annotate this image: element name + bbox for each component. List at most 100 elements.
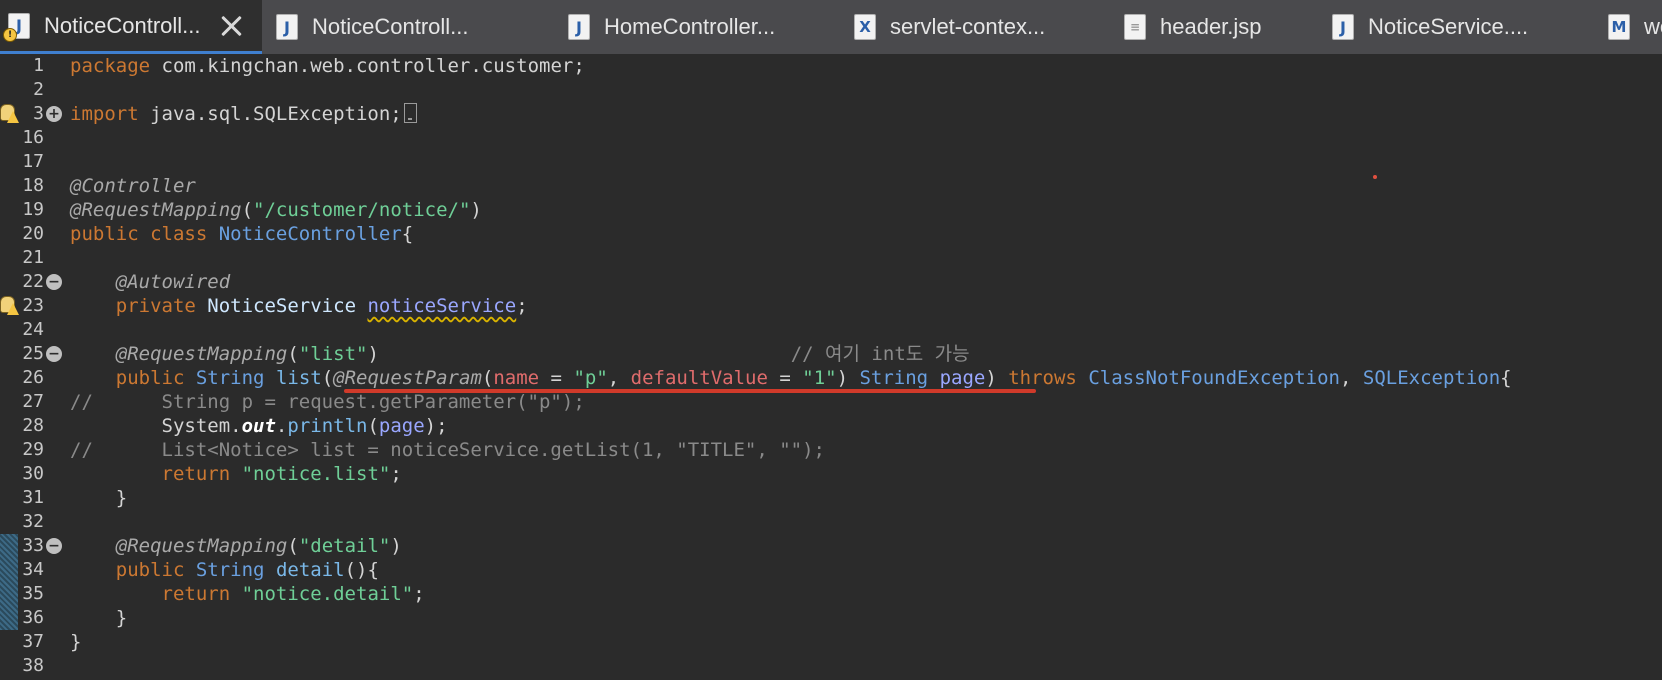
tab-label: we	[1644, 14, 1662, 39]
line-number: 31	[22, 487, 44, 508]
fold-collapse-icon[interactable]: −	[46, 274, 62, 290]
line-text[interactable]: public String detail(){	[70, 558, 379, 582]
tab-servlet-context[interactable]: X servlet-contex...	[854, 0, 1045, 54]
code-line: 33 − @RequestMapping("detail")	[0, 534, 1662, 558]
code-line: 2	[0, 78, 1662, 102]
line-number: 25	[22, 343, 44, 364]
code-line: 3 + import java.sql.SQLException;	[0, 102, 1662, 126]
line-text[interactable]: public class NoticeController{	[70, 222, 413, 246]
xml-file-icon: M	[1608, 14, 1630, 40]
code-line: 20 public class NoticeController{	[0, 222, 1662, 246]
warning-icon: !	[3, 27, 17, 42]
line-number: 27	[22, 391, 44, 412]
code-line: 36 }	[0, 606, 1662, 630]
xml-file-icon: X	[854, 14, 876, 40]
line-number: 38	[22, 655, 44, 676]
tab-home-controller[interactable]: J HomeController...	[568, 0, 775, 54]
line-number: 33	[22, 535, 44, 556]
tab-web-xml[interactable]: M we	[1608, 0, 1662, 54]
code-line: 31 }	[0, 486, 1662, 510]
tab-label: HomeController...	[604, 14, 776, 39]
line-number: 1	[33, 55, 44, 76]
line-number: 26	[22, 367, 44, 388]
fold-expand-icon[interactable]: +	[46, 106, 62, 122]
tab-label: NoticeService....	[1368, 14, 1529, 39]
jsp-file-icon: ≡	[1124, 14, 1146, 40]
line-number: 24	[22, 319, 44, 340]
line-number: 30	[22, 463, 44, 484]
code-line: 19 @RequestMapping("/customer/notice/")	[0, 198, 1662, 222]
line-number: 32	[22, 511, 44, 532]
line-number: 21	[22, 247, 44, 268]
line-number: 2	[33, 79, 44, 100]
line-number: 22	[22, 271, 44, 292]
line-number: 3	[33, 103, 44, 124]
line-text[interactable]: @Controller	[70, 174, 196, 198]
code-line: 16	[0, 126, 1662, 150]
line-text[interactable]: }	[70, 486, 127, 510]
tab-label: servlet-contex...	[890, 14, 1046, 39]
code-line: 34 public String detail(){	[0, 558, 1662, 582]
code-line: 25 − @RequestMapping("list") // 여기 int도 …	[0, 342, 1662, 366]
code-line: 35 return "notice.detail";	[0, 582, 1662, 606]
line-number: 16	[22, 127, 44, 148]
line-text[interactable]: // String p = request.getParameter("p");	[70, 390, 585, 414]
fold-collapse-icon[interactable]: −	[46, 538, 62, 554]
line-number: 23	[22, 295, 44, 316]
code-line: 18 @Controller	[0, 174, 1662, 198]
line-number: 28	[22, 415, 44, 436]
line-text[interactable]: public String list(@RequestParam(name = …	[70, 366, 1512, 390]
code-line: 26 public String list(@RequestParam(name…	[0, 366, 1662, 390]
code-line: 27 // String p = request.getParameter("p…	[0, 390, 1662, 414]
line-number: 19	[22, 199, 44, 220]
code-line: 29 // List<Notice> list = noticeService.…	[0, 438, 1662, 462]
code-line: 22 − @Autowired	[0, 270, 1662, 294]
line-text[interactable]: System.out.println(page);	[70, 414, 448, 438]
tab-label: header.jsp	[1160, 14, 1262, 39]
code-line: 30 return "notice.list";	[0, 462, 1662, 486]
code-line: 24	[0, 318, 1662, 342]
code-line: 1 package com.kingchan.web.controller.cu…	[0, 54, 1662, 78]
line-number: 36	[22, 607, 44, 628]
line-number: 20	[22, 223, 44, 244]
line-text[interactable]: // List<Notice> list = noticeService.get…	[70, 438, 825, 462]
tab-notice-controller-2[interactable]: J NoticeControll...	[276, 0, 469, 54]
line-number: 18	[22, 175, 44, 196]
line-text[interactable]: @Autowired	[70, 270, 230, 294]
code-line: 38	[0, 654, 1662, 678]
line-text[interactable]: private NoticeService noticeService;	[70, 294, 528, 318]
line-number: 17	[22, 151, 44, 172]
code-line: 32	[0, 510, 1662, 534]
collapsed-imports-icon[interactable]	[403, 103, 417, 123]
code-line: 23 private NoticeService noticeService;	[0, 294, 1662, 318]
code-line: 21	[0, 246, 1662, 270]
java-file-icon: J	[276, 14, 298, 40]
tab-header-jsp[interactable]: ≡ header.jsp	[1124, 0, 1262, 54]
editor-tab-bar: J! NoticeControll... J NoticeControll...…	[0, 0, 1662, 56]
code-line: 17	[0, 150, 1662, 174]
line-text[interactable]: return "notice.detail";	[70, 582, 425, 606]
java-file-icon: J	[1332, 14, 1354, 40]
line-text[interactable]: return "notice.list";	[70, 462, 402, 486]
close-icon[interactable]	[221, 15, 243, 37]
line-text[interactable]: }	[70, 630, 81, 654]
line-text[interactable]: @RequestMapping("/customer/notice/")	[70, 198, 482, 222]
line-text[interactable]: @RequestMapping("detail")	[70, 534, 402, 558]
line-number: 34	[22, 559, 44, 580]
code-line: 37 }	[0, 630, 1662, 654]
line-text[interactable]: }	[70, 606, 127, 630]
line-number: 37	[22, 631, 44, 652]
line-number: 29	[22, 439, 44, 460]
line-number: 35	[22, 583, 44, 604]
tab-label: NoticeControll...	[312, 14, 469, 39]
fold-collapse-icon[interactable]: −	[46, 346, 62, 362]
code-editor[interactable]: 1 package com.kingchan.web.controller.cu…	[0, 54, 1662, 680]
code-line: 28 System.out.println(page);	[0, 414, 1662, 438]
line-text[interactable]: import java.sql.SQLException;	[70, 102, 417, 126]
java-file-icon: J	[568, 14, 590, 40]
tab-notice-controller-active[interactable]: J! NoticeControll...	[0, 0, 262, 54]
line-text[interactable]: package com.kingchan.web.controller.cust…	[70, 54, 585, 78]
java-file-icon: J!	[3, 12, 30, 42]
line-text[interactable]: @RequestMapping("list") // 여기 int도 가능	[70, 342, 970, 366]
tab-notice-service[interactable]: J NoticeService....	[1332, 0, 1528, 54]
